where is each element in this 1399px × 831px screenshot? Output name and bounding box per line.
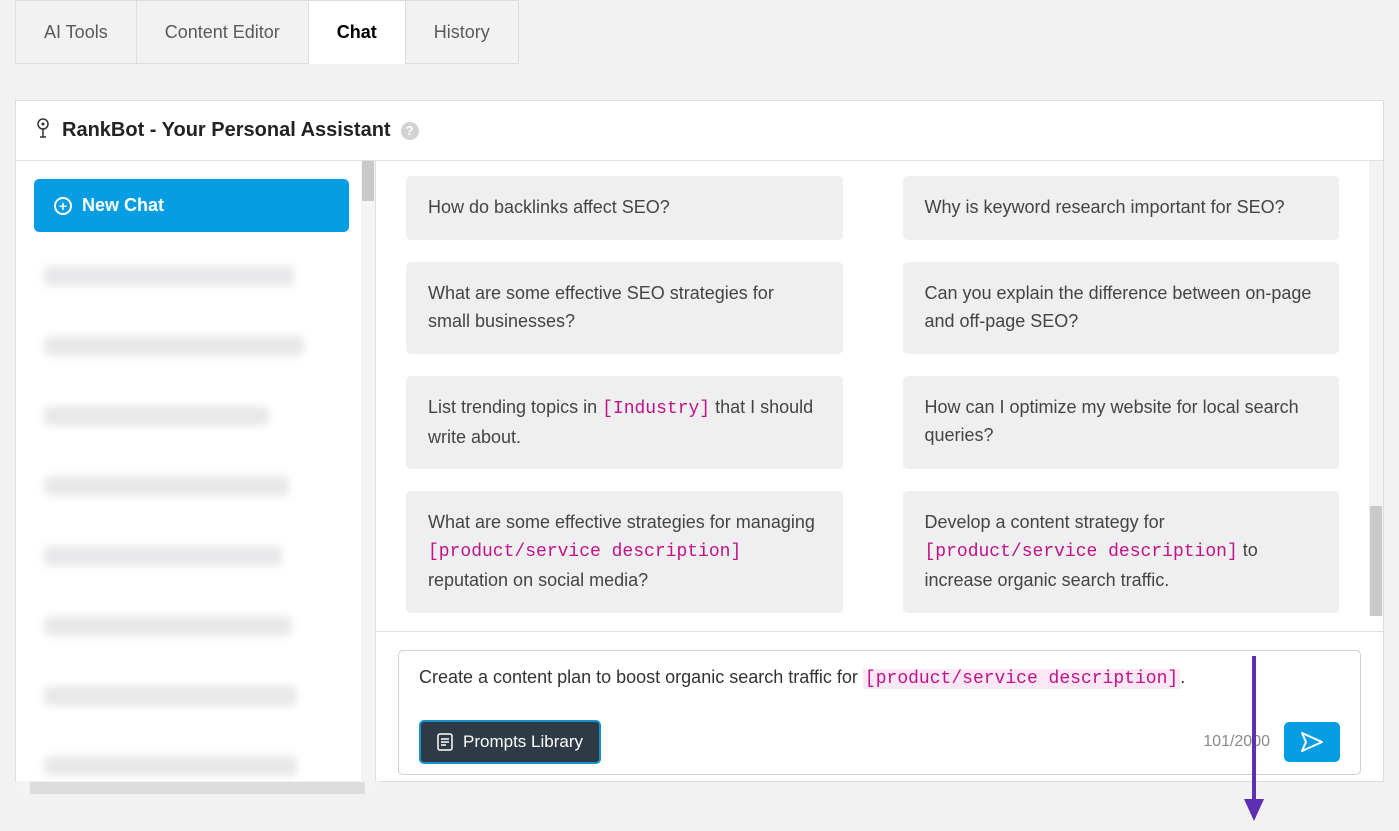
send-icon <box>1300 731 1324 753</box>
chat-history-item[interactable] <box>34 394 357 437</box>
new-chat-button[interactable]: + New Chat <box>34 179 349 232</box>
help-icon[interactable]: ? <box>401 122 419 140</box>
chat-history-item[interactable] <box>34 464 357 507</box>
panel-title-bar: RankBot - Your Personal Assistant ? <box>16 101 1383 161</box>
new-chat-label: New Chat <box>82 195 164 216</box>
suggestion-card[interactable]: Can you explain the difference between o… <box>903 262 1340 354</box>
rankbot-logo-icon <box>34 117 52 144</box>
chat-history-item[interactable] <box>34 674 357 717</box>
chat-history-item[interactable] <box>34 744 357 781</box>
document-icon <box>437 733 453 751</box>
char-count: 101/2000 <box>1203 733 1270 751</box>
suggestion-card[interactable]: Why is keyword research important for SE… <box>903 176 1340 240</box>
input-zone: Create a content plan to boost organic s… <box>376 631 1383 767</box>
chat-history-item[interactable] <box>34 324 357 367</box>
chat-input[interactable]: Create a content plan to boost organic s… <box>398 650 1361 775</box>
suggestion-card[interactable]: How do backlinks affect SEO? <box>406 176 843 240</box>
suggestion-card[interactable]: How can I optimize my website for local … <box>903 376 1340 470</box>
content-scrollbar[interactable] <box>1369 161 1383 616</box>
sidebar-scrollbar[interactable] <box>361 161 375 781</box>
send-button[interactable] <box>1284 722 1340 762</box>
tabs-bar: AI Tools Content Editor Chat History <box>15 0 1384 64</box>
panel-body: + New Chat How do backlinks affect SEO? W… <box>16 161 1383 781</box>
chat-sidebar: + New Chat <box>16 161 376 781</box>
suggestion-card[interactable]: List trending topics in [Industry] that … <box>406 376 843 470</box>
suggestion-card[interactable]: What are some effective SEO strategies f… <box>406 262 843 354</box>
chat-history-item[interactable] <box>34 604 357 647</box>
chat-history-item[interactable] <box>34 254 357 297</box>
plus-circle-icon: + <box>54 197 72 215</box>
chat-input-text: Create a content plan to boost organic s… <box>419 667 1340 720</box>
chat-history-item[interactable] <box>34 534 357 577</box>
tab-history[interactable]: History <box>405 0 519 64</box>
suggestion-card[interactable]: What are some effective strategies for m… <box>406 491 843 613</box>
tab-content-editor[interactable]: Content Editor <box>136 0 309 64</box>
panel-title: RankBot - Your Personal Assistant <box>62 119 391 142</box>
horizontal-scrollbar[interactable] <box>16 781 379 795</box>
rankbot-panel: RankBot - Your Personal Assistant ? + Ne… <box>15 100 1384 782</box>
chat-content: How do backlinks affect SEO? Why is keywo… <box>376 161 1383 781</box>
tab-chat[interactable]: Chat <box>308 0 406 64</box>
prompts-library-label: Prompts Library <box>463 732 583 752</box>
prompts-library-button[interactable]: Prompts Library <box>419 720 601 764</box>
suggestions-area: How do backlinks affect SEO? Why is keywo… <box>376 161 1369 616</box>
suggestion-card[interactable]: Develop a content strategy for [product/… <box>903 491 1340 613</box>
tab-ai-tools[interactable]: AI Tools <box>15 0 137 64</box>
